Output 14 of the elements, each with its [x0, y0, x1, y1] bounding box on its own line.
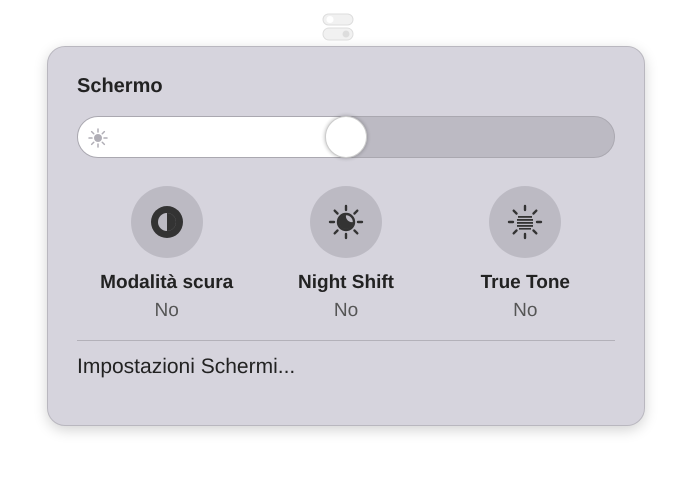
toggle-label: Night Shift — [298, 272, 394, 294]
toggle-status: No — [334, 300, 358, 322]
slider-thumb[interactable] — [325, 116, 367, 158]
sun-icon — [88, 128, 108, 148]
panel-title: Schermo — [77, 75, 164, 98]
toggle-label: True Tone — [480, 272, 570, 294]
settings-link[interactable]: Impostazioni Schermi... — [77, 355, 296, 379]
toggle-status: No — [513, 300, 538, 322]
contrast-icon — [150, 205, 184, 239]
toggle-label: Modalità scura — [100, 272, 234, 294]
toggle-status: No — [154, 300, 179, 322]
sun-moon-icon — [328, 204, 364, 240]
sun-icon — [507, 204, 544, 240]
brightness-slider[interactable] — [77, 116, 615, 158]
